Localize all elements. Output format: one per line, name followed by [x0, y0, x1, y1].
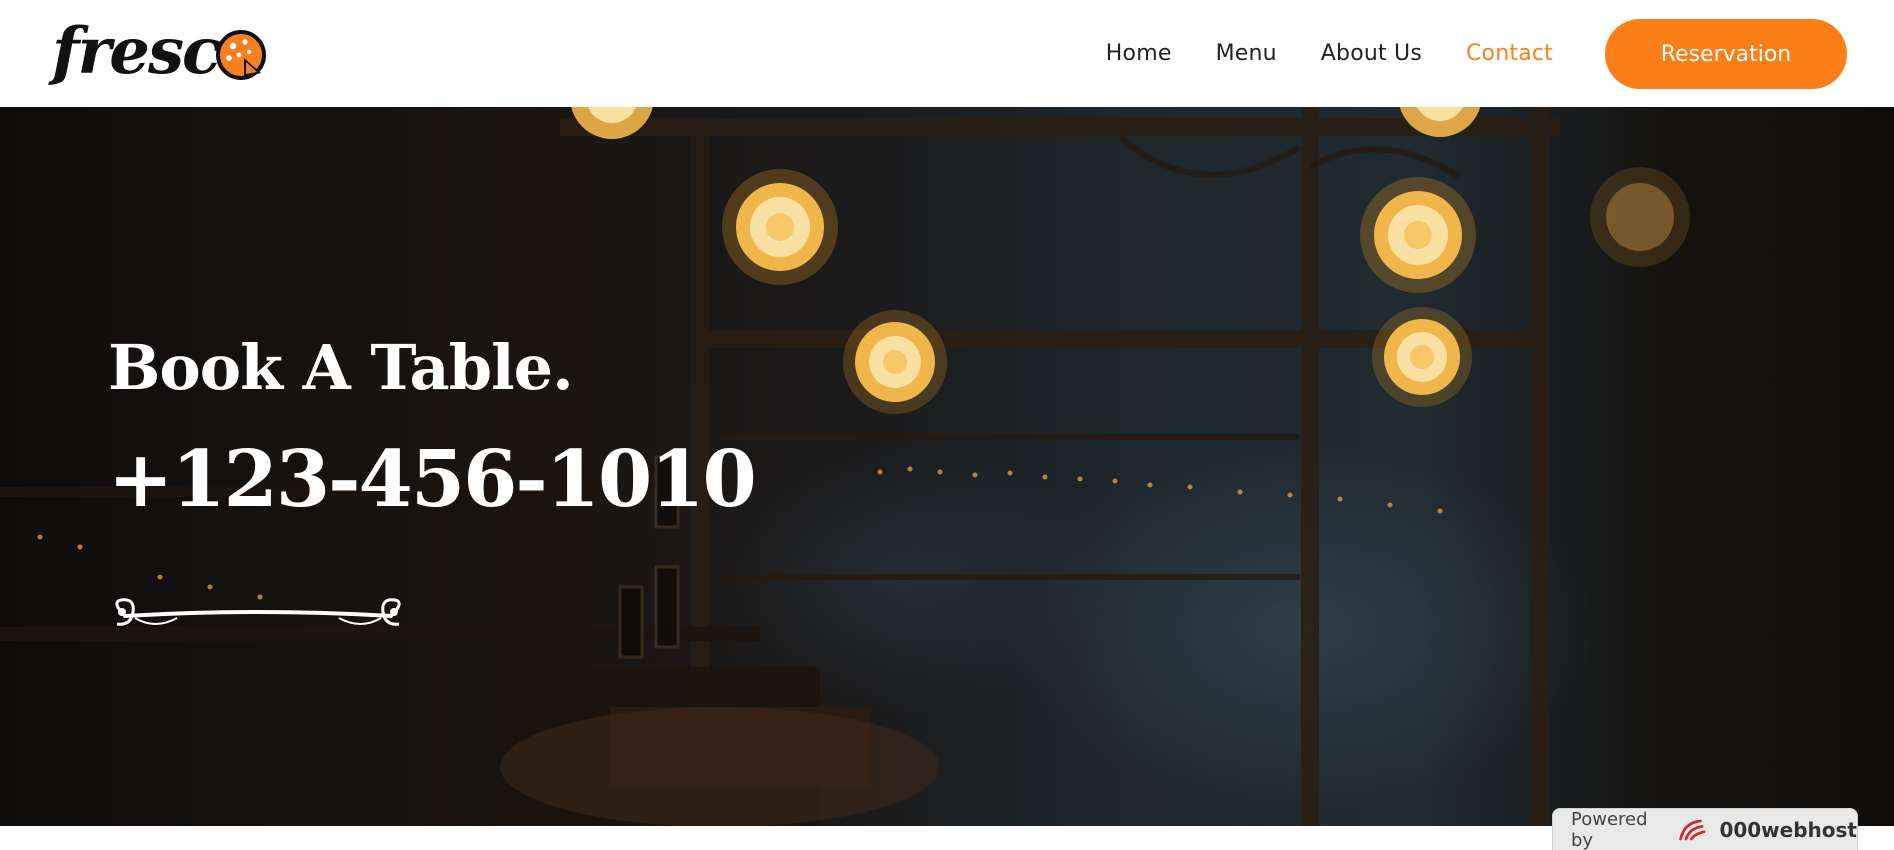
nav-home[interactable]: Home [1106, 41, 1172, 66]
pizza-logo-icon [215, 30, 266, 80]
powered-by-badge[interactable]: Powered by 000webhost [1552, 808, 1858, 850]
reservation-button[interactable]: Reservation [1605, 19, 1847, 89]
powered-by-brand: 000webhost [1719, 817, 1857, 842]
000webhost-logo-icon [1679, 819, 1706, 840]
nav-about-us[interactable]: About Us [1321, 41, 1422, 66]
powered-by-label: Powered by [1571, 808, 1648, 850]
hero-content: Book A Table. +123-456-1010 [108, 331, 757, 519]
flourish-divider-icon [115, 598, 401, 626]
hero-phone-number[interactable]: +123-456-1010 [108, 441, 757, 519]
nav-menu[interactable]: Menu [1216, 41, 1277, 66]
main-nav: Home Menu About Us Contact [1106, 0, 1553, 107]
hero-banner: Book A Table. +123-456-1010 [0, 107, 1894, 826]
site-header: fresc Home Menu About Us Contact Reserva… [0, 0, 1894, 107]
hero-title: Book A Table. [108, 331, 574, 404]
logo-text: fresc [52, 14, 221, 89]
brand-logo[interactable]: fresc [52, 14, 267, 90]
nav-contact[interactable]: Contact [1466, 41, 1553, 66]
